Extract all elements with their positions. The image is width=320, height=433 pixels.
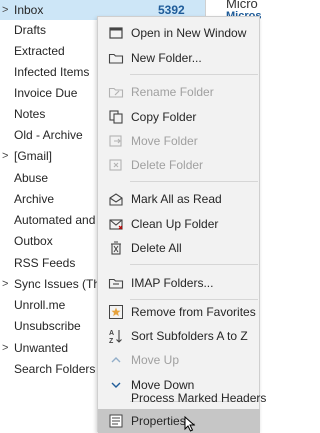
svg-text:A: A [109,330,114,337]
folder-label: Abuse [14,171,49,185]
mouse-pointer-icon [184,416,196,432]
menu-open-new-window[interactable]: Open in New Window [98,21,260,45]
new-window-icon [109,27,123,39]
folder-label: Invoice Due [14,86,78,100]
folder-item[interactable]: Outbox [0,231,110,251]
menu-label: Move Folder [131,134,198,148]
menu-clean-up-folder[interactable]: Clean Up Folder [98,212,260,236]
folder-item[interactable]: Archive [0,189,110,209]
folder-label: Search Folders [14,362,96,376]
menu-separator [130,181,258,182]
folder-item-gmail[interactable]: > [Gmail] [0,146,110,166]
folder-label: Inbox [14,3,44,17]
menu-label: Copy Folder [131,110,197,124]
menu-remove-favorites[interactable]: Remove from Favorites [98,300,260,324]
delete-all-icon [111,241,121,255]
folder-item[interactable]: Unroll.me [0,295,110,315]
menu-delete-all[interactable]: Delete All [98,236,260,260]
folder-label: Unsubscribe [14,319,81,333]
menu-label: Delete Folder [131,158,204,172]
menu-label: Process Marked Headers [131,391,267,405]
menu-label: Sort Subfolders A to Z [131,329,248,343]
menu-label: Remove from Favorites [131,305,256,319]
expand-caret-icon[interactable]: > [2,274,8,294]
menu-new-folder[interactable]: New Folder... [98,46,260,70]
clean-up-icon [109,219,123,230]
menu-label: Delete All [131,241,182,255]
folder-item[interactable]: Extracted [0,41,110,61]
folder-item[interactable]: Infected Items [0,62,110,82]
folder-item-sync-issues[interactable]: > Sync Issues (This [0,274,110,294]
favorite-star-icon [109,305,123,319]
chevron-up-icon [111,357,121,363]
folder-label: Notes [14,107,46,121]
folder-label: Archive [14,192,55,206]
folder-label: Drafts [14,23,47,37]
menu-label: Move Up [131,353,180,367]
menu-separator [130,264,258,265]
delete-folder-icon [109,159,122,171]
folder-label: [Gmail] [14,149,53,163]
menu-label: Clean Up Folder [131,217,219,231]
folder-item[interactable]: Unsubscribe [0,316,110,336]
expand-caret-icon[interactable]: > [2,146,8,166]
move-folder-icon [109,135,122,147]
folder-label: Infected Items [14,65,90,79]
menu-label: Open in New Window [131,26,247,40]
folder-context-menu: Open in New Window New Folder... Rename … [97,16,266,433]
menu-delete-folder: Delete Folder [98,153,260,177]
folder-label: RSS Feeds [14,256,76,270]
copy-folder-icon [109,110,123,124]
new-folder-icon [108,53,124,64]
imap-folders-icon [108,278,124,289]
folder-label: Old - Archive [14,128,83,142]
folder-item[interactable]: Abuse [0,168,110,188]
menu-label: New Folder... [131,51,202,65]
collapse-caret-icon[interactable]: > [2,0,8,20]
menu-process-marked-headers[interactable]: Process Marked Headers [98,386,266,410]
folder-item-unwanted[interactable]: > Unwanted [0,338,110,358]
menu-properties[interactable]: Properties... [98,409,260,433]
folder-item[interactable]: Invoice Due [0,83,110,103]
open-envelope-icon [109,193,123,206]
menu-label: Rename Folder [131,85,214,99]
menu-sort-subfolders[interactable]: A Z Sort Subfolders A to Z [98,324,260,348]
folder-label: Extracted [14,44,65,58]
rename-folder-icon [108,87,124,98]
menu-mark-all-read[interactable]: Mark All as Read [98,187,260,211]
menu-copy-folder[interactable]: Copy Folder [98,105,260,129]
folder-label: Outbox [14,234,53,248]
menu-label: IMAP Folders... [131,276,214,290]
folder-item[interactable]: RSS Feeds [0,253,110,273]
menu-move-up: Move Up [98,348,260,372]
expand-caret-icon[interactable]: > [2,338,8,358]
properties-icon [109,414,123,428]
folder-item[interactable]: Old - Archive [0,125,110,145]
folder-item[interactable]: Search Folders [0,359,110,379]
folder-label: Automated and b [14,213,106,227]
folder-item[interactable]: Drafts [0,20,110,40]
folder-label: Sync Issues (This [14,277,109,291]
menu-rename-folder: Rename Folder [98,80,260,104]
folder-item[interactable]: Notes [0,104,110,124]
menu-imap-folders[interactable]: IMAP Folders... [98,271,260,295]
svg-text:Z: Z [109,338,114,344]
folder-label: Unroll.me [14,298,66,312]
menu-move-folder: Move Folder [98,129,260,153]
sort-az-icon: A Z [109,330,122,344]
folder-label: Unwanted [14,341,69,355]
folder-item[interactable]: Automated and b [0,210,110,230]
menu-separator [130,74,258,75]
menu-label: Mark All as Read [131,192,222,206]
